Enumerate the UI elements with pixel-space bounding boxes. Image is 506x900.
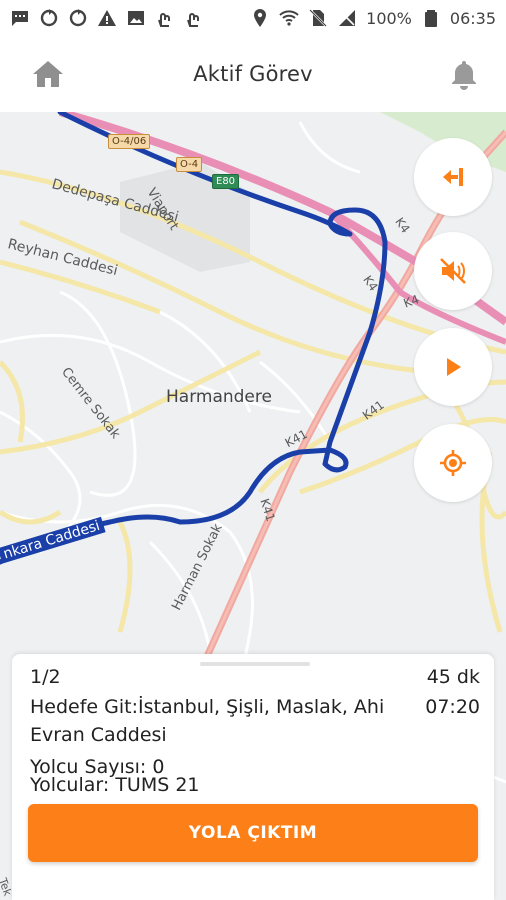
play-icon	[447, 358, 461, 376]
battery-percent: 100%	[366, 8, 412, 28]
battery-icon	[421, 8, 441, 28]
destination-row: Hedefe Git:İstanbul, Şişli, Maslak, Ahi …	[30, 696, 480, 718]
notifications-button[interactable]	[444, 54, 484, 94]
destination-text-cont: Evran Caddesi	[30, 724, 167, 746]
status-bar: 100% 06:35	[0, 0, 506, 36]
sync-icon	[39, 8, 59, 28]
task-step-row: 1/2 45 dk	[30, 666, 480, 688]
message-icon	[10, 8, 30, 28]
road-shield-o4: O-4	[176, 157, 203, 172]
play-button[interactable]	[414, 328, 492, 406]
location-icon	[250, 8, 270, 28]
task-duration: 45 dk	[426, 666, 480, 688]
home-button[interactable]	[28, 54, 68, 94]
my-location-button[interactable]	[414, 424, 492, 502]
clock: 06:35	[449, 8, 496, 28]
gesture-icon	[155, 8, 175, 28]
start-trip-button[interactable]: YOLA ÇIKTIM	[28, 804, 478, 862]
task-step: 1/2	[30, 666, 61, 688]
warning-icon	[97, 8, 117, 28]
mute-icon	[440, 258, 466, 284]
status-bar-system: 100% 06:35	[250, 8, 496, 28]
exit-navigation-button[interactable]	[414, 138, 492, 216]
mute-button[interactable]	[414, 232, 492, 310]
app-screen: 100% 06:35 Aktif Görev Dedepaşa Caddesi …	[0, 0, 506, 900]
exit-navigation-icon	[443, 168, 463, 186]
sync-icon	[68, 8, 88, 28]
bell-icon	[452, 61, 476, 90]
home-icon	[33, 61, 63, 87]
road-shield-e80: E80	[212, 174, 240, 189]
wifi-icon	[279, 8, 299, 28]
eta-time: 07:20	[425, 696, 480, 718]
status-bar-notifications	[10, 8, 204, 28]
gesture-icon	[184, 8, 204, 28]
road-shield-o4-06: O-4/06	[108, 134, 151, 149]
destination-text: Hedefe Git:İstanbul, Şişli, Maslak, Ahi	[30, 696, 385, 718]
app-bar: Aktif Görev	[0, 36, 506, 112]
signal-icon	[337, 8, 357, 28]
my-location-icon	[440, 450, 466, 476]
image-icon	[126, 8, 146, 28]
passengers: Yolcular: TUMS 21	[30, 774, 200, 796]
no-sim-icon	[308, 8, 328, 28]
page-title: Aktif Görev	[193, 62, 313, 86]
task-card: 1/2 45 dk Hedefe Git:İstanbul, Şişli, Ma…	[12, 654, 494, 900]
map-label-harmandere: Harmandere	[166, 387, 272, 407]
